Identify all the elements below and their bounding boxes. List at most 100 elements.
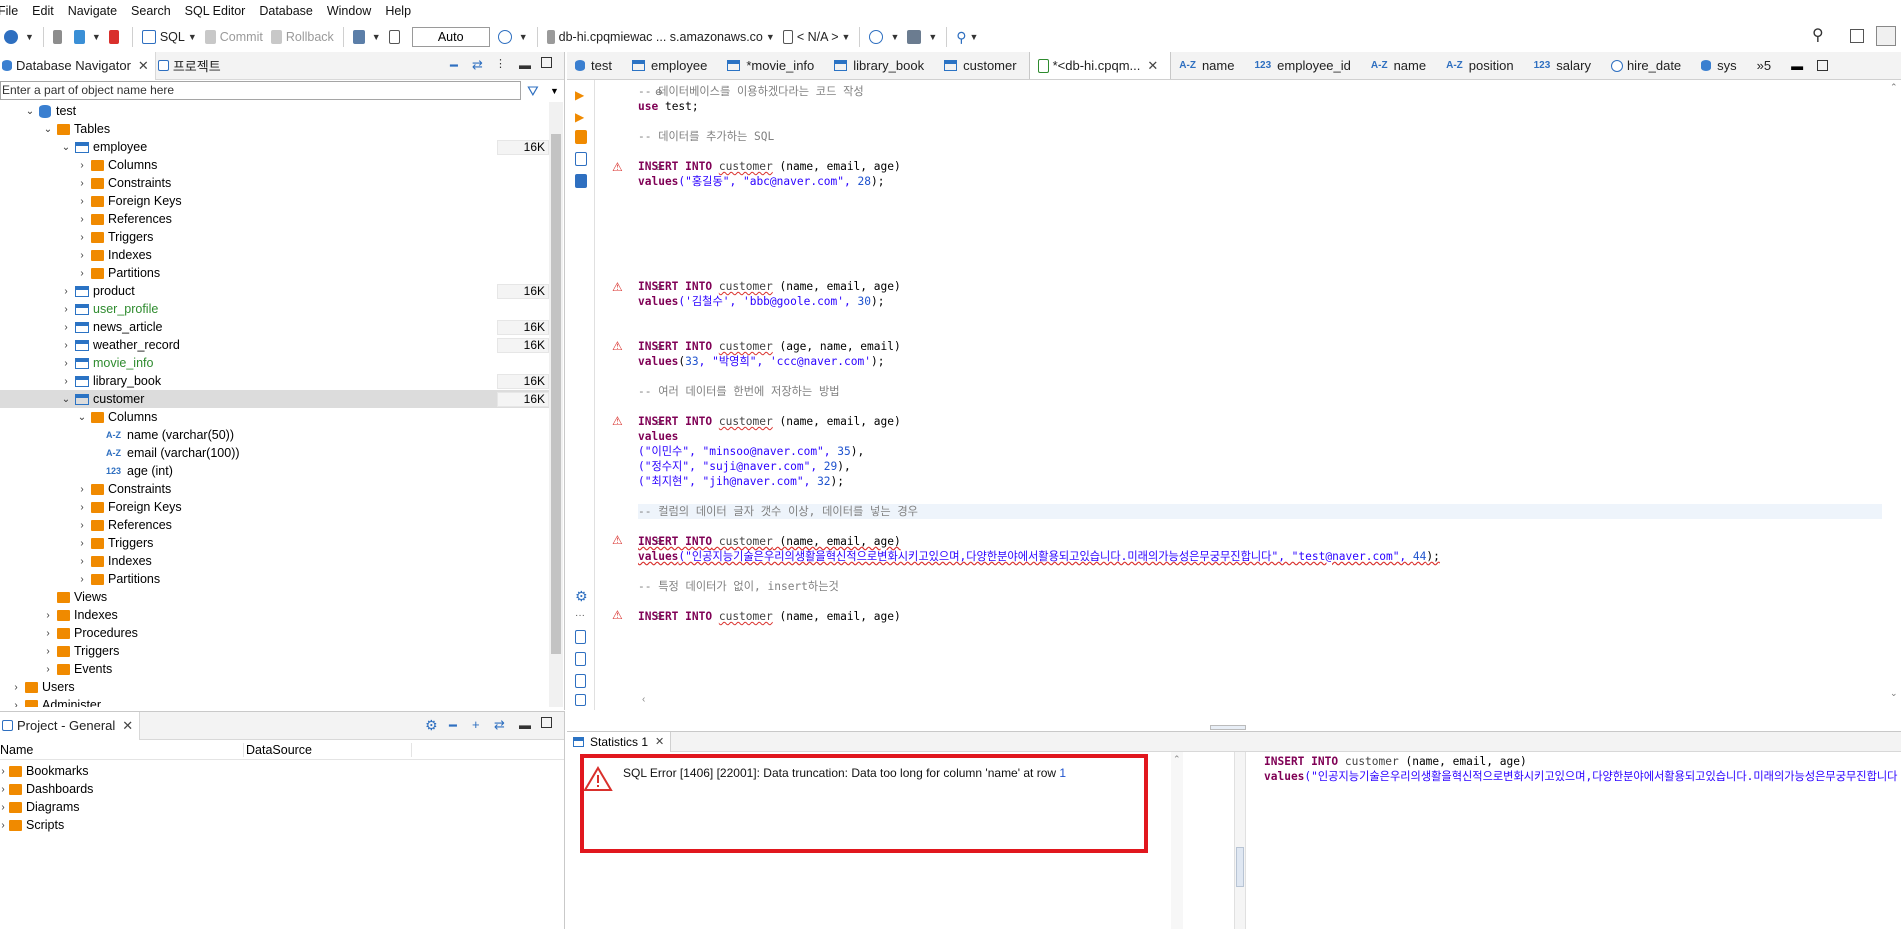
editor-tab-customer[interactable]: customer bbox=[936, 52, 1028, 79]
chevron-down-icon[interactable]: ⌄ bbox=[60, 394, 72, 405]
chevron-down-icon[interactable]: ⌄ bbox=[1890, 688, 1898, 699]
tree-item-weather-record[interactable]: › weather_record 16K bbox=[60, 336, 549, 354]
connect-button[interactable] bbox=[49, 25, 70, 49]
save-icon[interactable] bbox=[575, 652, 586, 666]
more-icon[interactable]: ··· bbox=[575, 610, 589, 624]
chevron-up-icon[interactable]: ⌃ bbox=[1173, 754, 1181, 765]
sql-editor[interactable]: ▶ ▶ ⚙ ··· ⊖ ⚠ ⊖ ⚠ ⊖ ⚠ ⊖ ⚠ ⊖ ⚠ ⊖ ⚠ ⊖ -- 데… bbox=[567, 80, 1901, 710]
tree-item-customer[interactable]: ⌄ customer 16K bbox=[0, 390, 549, 408]
tree-item-db-triggers[interactable]: › Triggers bbox=[42, 642, 119, 660]
chevron-right-icon[interactable]: › bbox=[76, 196, 88, 207]
editor-tab-overflow[interactable]: »5 bbox=[1749, 52, 1783, 79]
chevron-left-icon[interactable]: ‹ bbox=[642, 694, 645, 705]
tree-item-customer-references[interactable]: › References bbox=[76, 516, 172, 534]
chevron-down-icon[interactable]: ⌄ bbox=[24, 106, 36, 117]
chevron-right-icon[interactable]: › bbox=[10, 700, 22, 708]
dashboard-button[interactable]: ▼ bbox=[865, 25, 903, 49]
chevron-right-icon[interactable]: › bbox=[42, 664, 54, 675]
tree-item-users[interactable]: › Users bbox=[10, 678, 74, 696]
tree-item-customer-columns[interactable]: ⌄ Columns bbox=[76, 408, 158, 426]
tree-item-customer-constraints[interactable]: › Constraints bbox=[76, 480, 171, 498]
tree-item-product[interactable]: › product 16K bbox=[60, 282, 549, 300]
active-connection-selector[interactable]: db-hi.cpqmiewac ... s.amazonaws.co ▼ bbox=[543, 25, 779, 49]
menu-database[interactable]: Database bbox=[259, 4, 313, 18]
minimize-icon[interactable]: ▬ bbox=[519, 58, 531, 72]
chevron-right-icon[interactable]: › bbox=[60, 376, 72, 387]
menu-help[interactable]: Help bbox=[385, 4, 411, 18]
chevron-right-icon[interactable]: › bbox=[60, 286, 72, 297]
lock-button[interactable] bbox=[385, 25, 408, 49]
tree-item-events[interactable]: › Events bbox=[42, 660, 112, 678]
menu-window[interactable]: Window bbox=[327, 4, 371, 18]
chevron-right-icon[interactable]: › bbox=[42, 646, 54, 657]
sash-handle[interactable] bbox=[1210, 725, 1246, 730]
menu-search[interactable]: Search bbox=[131, 4, 171, 18]
chevron-right-icon[interactable]: › bbox=[76, 232, 88, 243]
chevron-right-icon[interactable]: › bbox=[76, 556, 88, 567]
tree-item-col-email[interactable]: A-Z email (varchar(100)) bbox=[104, 444, 240, 462]
menu-sql-editor[interactable]: SQL Editor bbox=[185, 4, 246, 18]
column-header-name[interactable]: Name bbox=[0, 742, 244, 757]
tree-item-customer-indexes[interactable]: › Indexes bbox=[76, 552, 151, 570]
tree-item-foreign-keys[interactable]: › Foreign Keys bbox=[76, 192, 181, 210]
load-plan-icon[interactable] bbox=[575, 152, 587, 166]
editor-tab-test[interactable]: test bbox=[567, 52, 624, 79]
link-editor-icon[interactable]: ⇄ bbox=[494, 717, 505, 733]
tree-item-views[interactable]: Views bbox=[42, 588, 107, 606]
tree-item-tables[interactable]: ⌄ Tables bbox=[42, 120, 110, 138]
tree-item-db-indexes[interactable]: › Indexes bbox=[42, 606, 117, 624]
gear-icon[interactable]: ⚙ bbox=[425, 717, 438, 734]
link-editor-icon[interactable]: ⇄ bbox=[472, 57, 483, 73]
tree-item-customer-foreign-keys[interactable]: › Foreign Keys bbox=[76, 498, 181, 516]
tree-item-references[interactable]: › References bbox=[76, 210, 172, 228]
transaction-mode-button[interactable]: ▼ bbox=[349, 25, 385, 49]
export-icon[interactable] bbox=[575, 630, 586, 644]
perspective-dbeaver-icon[interactable] bbox=[1876, 26, 1896, 46]
explain-plan-icon[interactable] bbox=[575, 130, 587, 144]
editor-tab-name-2[interactable]: A-Z name bbox=[1363, 52, 1438, 79]
tree-item-partitions[interactable]: › Partitions bbox=[76, 264, 160, 282]
view-menu-icon[interactable]: ⋮ bbox=[495, 57, 506, 70]
splitter-handle[interactable] bbox=[1236, 847, 1244, 887]
chevron-right-icon[interactable]: › bbox=[42, 610, 54, 621]
column-header-datasource[interactable]: DataSource bbox=[244, 742, 412, 757]
disconnect-button[interactable]: ▼ bbox=[70, 25, 105, 49]
tree-item-test-db[interactable]: ⌄ test bbox=[24, 102, 76, 120]
chevron-right-icon[interactable]: › bbox=[76, 178, 88, 189]
active-schema-selector[interactable]: < N/A > ▼ bbox=[779, 25, 855, 49]
editor-tab-employee-id[interactable]: 123 employee_id bbox=[1246, 52, 1362, 79]
editor-scrollbar[interactable]: ⌃ ⌄ bbox=[1887, 80, 1901, 700]
tab-project-general[interactable]: Project - General ✕ bbox=[0, 711, 141, 740]
editor-tab-hire-date[interactable]: hire_date bbox=[1603, 52, 1693, 79]
tree-item-triggers[interactable]: › Triggers bbox=[76, 228, 153, 246]
collapse-all-icon[interactable]: ━ bbox=[450, 58, 458, 74]
rollback-button[interactable]: Rollback bbox=[267, 25, 338, 49]
history-button[interactable]: ▼ bbox=[494, 25, 532, 49]
disconnect-all-button[interactable] bbox=[105, 25, 127, 49]
chevron-right-icon[interactable]: › bbox=[76, 250, 88, 261]
gear-icon[interactable]: ⚙ bbox=[575, 588, 589, 604]
editor-tab-employee[interactable]: employee bbox=[624, 52, 719, 79]
project-item-diagrams[interactable]: › Diagrams bbox=[0, 798, 79, 816]
tree-item-procedures[interactable]: › Procedures bbox=[42, 624, 138, 642]
chevron-right-icon[interactable]: › bbox=[76, 160, 88, 171]
chevron-right-icon[interactable]: › bbox=[76, 574, 88, 585]
format-icon[interactable] bbox=[575, 674, 586, 688]
editor-tab-library-book[interactable]: library_book bbox=[826, 52, 936, 79]
chevron-up-icon[interactable]: ⌃ bbox=[1890, 82, 1898, 93]
tree-item-employee[interactable]: ⌄ employee 16K bbox=[60, 138, 549, 156]
editor-tab-sys[interactable]: sys bbox=[1693, 52, 1749, 79]
close-icon[interactable]: ✕ bbox=[122, 718, 133, 734]
chevron-down-icon[interactable]: ⌄ bbox=[76, 412, 88, 423]
close-icon[interactable]: ✕ bbox=[138, 58, 149, 74]
minimize-icon[interactable]: ▬ bbox=[519, 718, 531, 732]
tree-item-customer-partitions[interactable]: › Partitions bbox=[76, 570, 160, 588]
chevron-right-icon[interactable]: › bbox=[76, 502, 88, 513]
project-item-dashboards[interactable]: › Dashboards bbox=[0, 780, 93, 798]
terminal-icon[interactable] bbox=[575, 174, 587, 188]
editor-tab-position[interactable]: A-Z position bbox=[1438, 52, 1525, 79]
chevron-right-icon[interactable]: › bbox=[42, 628, 54, 639]
chevron-right-icon[interactable]: › bbox=[10, 682, 22, 693]
maximize-icon[interactable] bbox=[1817, 60, 1829, 71]
chevron-right-icon[interactable]: › bbox=[76, 214, 88, 225]
